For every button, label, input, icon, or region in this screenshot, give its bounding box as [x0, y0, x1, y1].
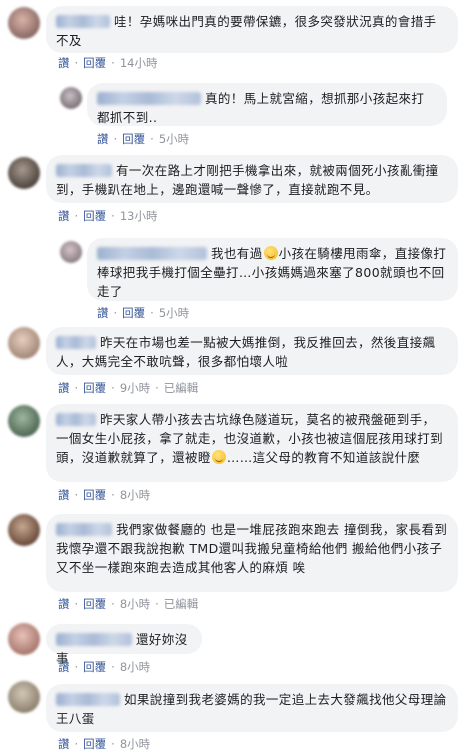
- reply-button[interactable]: 回覆: [83, 381, 106, 395]
- comment-text: 昨天在市場也差一點被大媽推倒，我反推回去，然後直接飆人，大媽完全不敢吭聲，很多都…: [56, 335, 436, 369]
- separator: ·: [113, 306, 118, 320]
- commenter-name[interactable]: [56, 633, 132, 646]
- avatar[interactable]: [60, 241, 82, 263]
- like-button[interactable]: 讚: [58, 660, 70, 674]
- separator: ·: [150, 306, 154, 320]
- reply-button[interactable]: 回覆: [83, 56, 106, 70]
- reply-bubble: 我也有過 小孩在騎樓甩雨傘，直接像打棒球把我手機打個全壘打…小孩媽媽過來塞了800…: [87, 238, 458, 301]
- separator: ·: [111, 381, 115, 395]
- avatar[interactable]: [8, 157, 40, 189]
- timestamp[interactable]: 8小時: [120, 488, 150, 502]
- avatar[interactable]: [8, 405, 40, 437]
- separator: ·: [74, 488, 79, 502]
- commenter-name[interactable]: [56, 336, 96, 349]
- commenter-name[interactable]: [97, 92, 201, 105]
- like-button[interactable]: 讚: [58, 488, 70, 502]
- separator: ·: [74, 381, 79, 395]
- comment-actions: 讚 · 回覆 · 9小時 · 已編輯: [58, 380, 198, 396]
- comment-text: 有一次在路上才剛把手機拿出來，就被兩個死小孩亂衝撞到，手機趴在地上，邊跑還喊一聲…: [56, 163, 439, 197]
- laughing-emoji-icon: [263, 246, 278, 260]
- separator: ·: [74, 209, 79, 223]
- commenter-name[interactable]: [56, 693, 120, 706]
- avatar[interactable]: [8, 681, 40, 713]
- comment-bubble: 我們家做餐廳的 也是一堆屁孩跑來跑去 撞倒我，家長看到我懷孕還不跟我說抱歉 TM…: [46, 514, 458, 592]
- avatar[interactable]: [8, 7, 40, 39]
- comment-actions: 讚 · 回覆 · 8小時 · 已編輯: [58, 596, 198, 612]
- like-button[interactable]: 讚: [58, 737, 70, 751]
- timestamp[interactable]: 8小時: [120, 660, 150, 674]
- avatar[interactable]: [8, 514, 40, 546]
- edited-label[interactable]: 已編輯: [164, 381, 199, 395]
- separator: ·: [74, 737, 79, 751]
- timestamp[interactable]: 13小時: [120, 209, 158, 223]
- reply-button[interactable]: 回覆: [83, 597, 106, 611]
- comment-feed: 哇！孕媽咪出門真的要帶保鑣，很多突發狀況真的會措手不及 讚 · 回覆 · 14小時 真的…: [0, 0, 471, 755]
- separator: ·: [111, 660, 115, 674]
- separator: ·: [150, 132, 154, 146]
- timestamp[interactable]: 14小時: [120, 56, 158, 70]
- avatar[interactable]: [8, 623, 40, 655]
- comment-actions: 讚 · 回覆 · 14小時: [58, 55, 157, 71]
- comment-text: ……這父母的教育不知道該說什麼: [226, 450, 421, 465]
- like-button[interactable]: 讚: [58, 56, 70, 70]
- reply-button[interactable]: 回覆: [83, 660, 106, 674]
- avatar[interactable]: [60, 87, 82, 109]
- avatar[interactable]: [8, 327, 40, 359]
- separator: ·: [155, 381, 159, 395]
- comment-text: 我也有過: [211, 246, 263, 261]
- comment-text: 我們家做餐廳的 也是一堆屁孩跑來跑去 撞倒我，家長看到我懷孕還不跟我說抱歉 TM…: [56, 522, 448, 575]
- separator: ·: [74, 56, 79, 70]
- comment-actions: 讚 · 回覆 · 8小時: [58, 736, 150, 752]
- comment-bubble: 昨天家人帶小孩去古坑綠色隧道玩，莫名的被飛盤砸到手，一個女生小屁孩，拿了就走，也…: [46, 404, 458, 482]
- commenter-name[interactable]: [97, 247, 207, 260]
- timestamp[interactable]: 5小時: [159, 132, 189, 146]
- like-button[interactable]: 讚: [97, 306, 109, 320]
- comment-text: 哇！孕媽咪出門真的要帶保鑣，很多突發狀況真的會措手不及: [56, 14, 437, 48]
- timestamp[interactable]: 8小時: [120, 737, 150, 751]
- timestamp[interactable]: 8小時: [120, 597, 150, 611]
- reply-button[interactable]: 回覆: [83, 209, 106, 223]
- commenter-name[interactable]: [56, 164, 112, 177]
- commenter-name[interactable]: [56, 15, 110, 28]
- reply-actions: 讚 · 回覆 · 5小時: [97, 305, 189, 321]
- reply-button[interactable]: 回覆: [122, 306, 145, 320]
- separator: ·: [111, 209, 115, 223]
- reply-button[interactable]: 回覆: [122, 132, 145, 146]
- commenter-name[interactable]: [56, 413, 96, 426]
- separator: ·: [113, 132, 118, 146]
- reply-bubble: 真的！馬上就宮縮，想抓那小孩起來打都抓不到..: [87, 83, 447, 126]
- rolling-eyes-emoji-icon: [211, 450, 226, 464]
- separator: ·: [155, 597, 159, 611]
- timestamp[interactable]: 5小時: [159, 306, 189, 320]
- commenter-name[interactable]: [56, 523, 112, 536]
- like-button[interactable]: 讚: [58, 209, 70, 223]
- comment-bubble: 還好妳沒事: [46, 624, 202, 666]
- like-button[interactable]: 讚: [58, 381, 70, 395]
- like-button[interactable]: 讚: [97, 132, 109, 146]
- separator: ·: [74, 660, 79, 674]
- separator: ·: [74, 597, 79, 611]
- comment-bubble: 哇！孕媽咪出門真的要帶保鑣，很多突發狀況真的會措手不及: [46, 6, 458, 53]
- separator: ·: [111, 737, 115, 751]
- comment-bubble: 有一次在路上才剛把手機拿出來，就被兩個死小孩亂衝撞到，手機趴在地上，邊跑還喊一聲…: [46, 155, 458, 203]
- comment-actions: 讚 · 回覆 · 8小時: [58, 487, 150, 503]
- comment-actions: 讚 · 回覆 · 8小時: [58, 659, 150, 675]
- like-button[interactable]: 讚: [58, 597, 70, 611]
- separator: ·: [111, 56, 115, 70]
- comment-actions: 讚 · 回覆 · 13小時: [58, 208, 157, 224]
- edited-label[interactable]: 已編輯: [164, 597, 199, 611]
- reply-button[interactable]: 回覆: [83, 488, 106, 502]
- separator: ·: [111, 488, 115, 502]
- reply-actions: 讚 · 回覆 · 5小時: [97, 131, 189, 147]
- timestamp[interactable]: 9小時: [120, 381, 150, 395]
- reply-button[interactable]: 回覆: [83, 737, 106, 751]
- comment-bubble: 如果說撞到我老婆媽的我一定追上去大發飆找他父母理論王八蛋: [46, 684, 458, 732]
- separator: ·: [111, 597, 115, 611]
- comment-bubble: 昨天在市場也差一點被大媽推倒，我反推回去，然後直接飆人，大媽完全不敢吭聲，很多都…: [46, 327, 458, 375]
